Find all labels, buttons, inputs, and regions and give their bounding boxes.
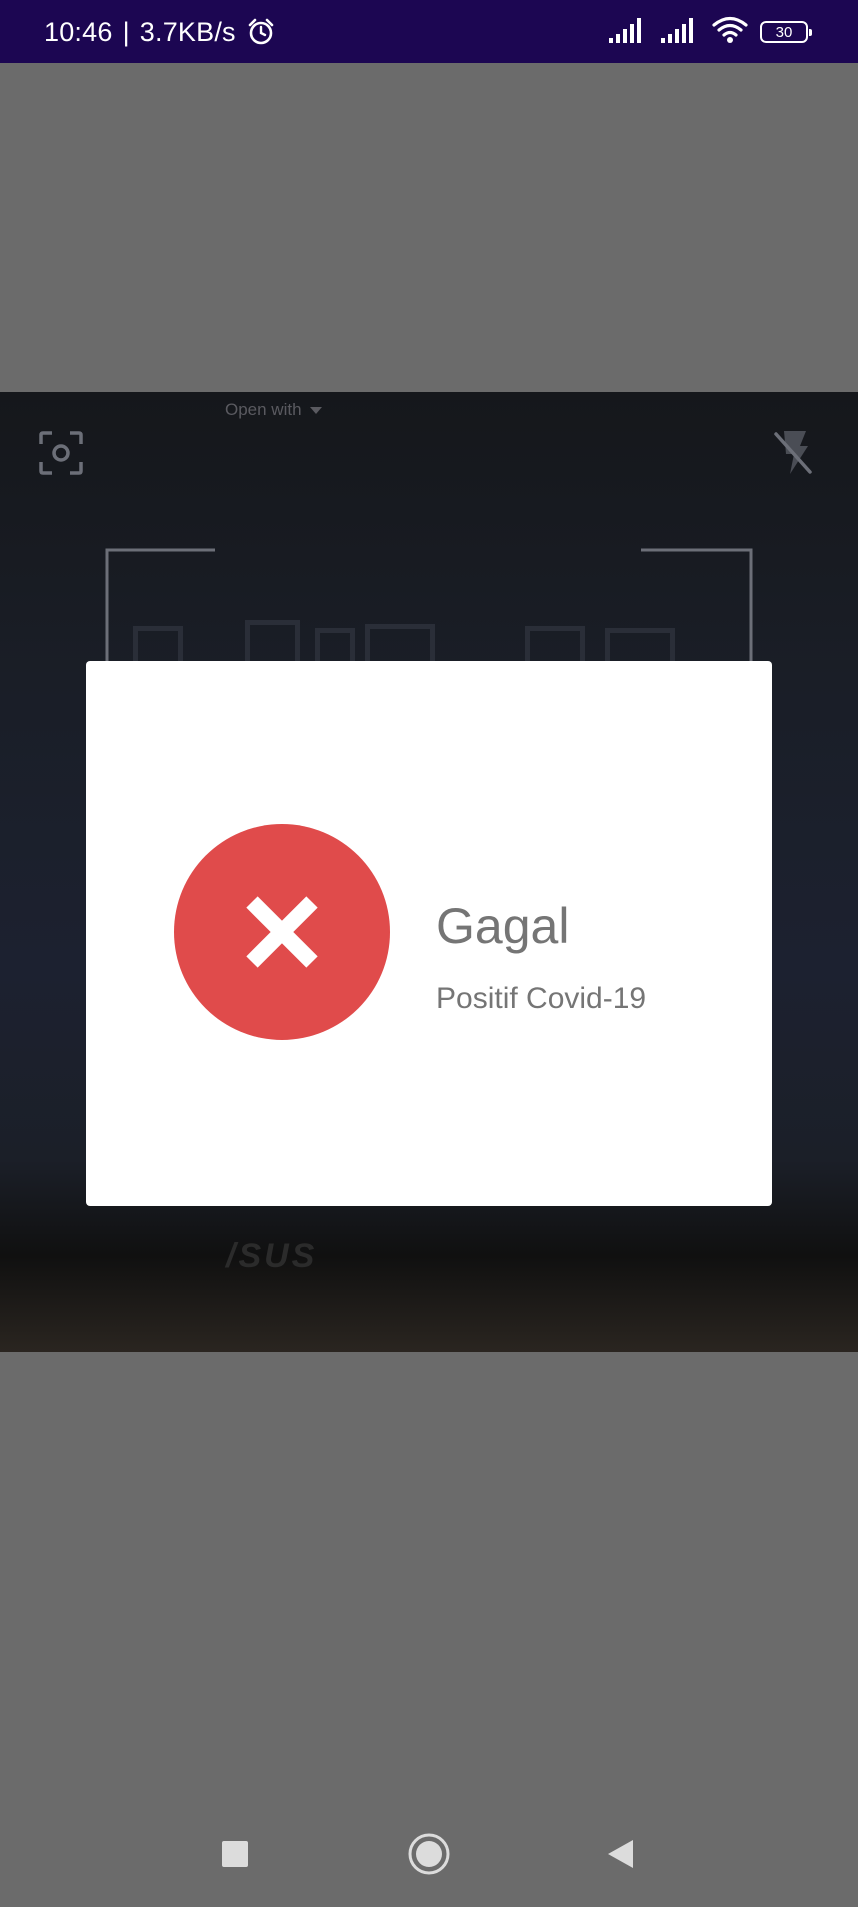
laptop-brand-logo: /SUS [226, 1237, 318, 1275]
open-with-label: Open with [225, 400, 302, 419]
status-right: 30 [608, 14, 812, 50]
battery-level: 30 [775, 23, 793, 41]
wifi-icon [712, 16, 748, 49]
chevron-down-icon [309, 400, 322, 420]
error-badge [174, 824, 390, 1040]
square-icon [222, 1841, 248, 1867]
screen: 10:46 | 3.7KB/s 30 Open with /SUS Gagal … [0, 0, 858, 1907]
navigation-bar [0, 1800, 858, 1907]
flash-off-icon[interactable] [770, 428, 816, 478]
result-dialog: Gagal Positif Covid-19 [86, 661, 772, 1206]
screenshot-scan-icon[interactable] [38, 430, 84, 476]
close-icon [246, 896, 318, 968]
dialog-title: Gagal [436, 898, 570, 954]
circle-icon [408, 1833, 450, 1875]
signal-icon [608, 16, 648, 49]
status-bar: 10:46 | 3.7KB/s 30 [0, 0, 858, 63]
back-button[interactable] [590, 1824, 650, 1884]
dialog-message: Positif Covid-19 [436, 982, 647, 1015]
home-button[interactable] [399, 1824, 459, 1884]
back-triangle-icon [608, 1840, 633, 1868]
signal-icon [660, 16, 700, 49]
alarm-icon [246, 17, 276, 47]
status-left: 10:46 | 3.7KB/s [44, 14, 276, 50]
status-separator: | [122, 16, 130, 47]
battery-icon: 30 [760, 21, 812, 43]
recents-button[interactable] [205, 1824, 265, 1884]
status-network-speed: 3.7KB/s [139, 16, 236, 47]
status-time: 10:46 [44, 16, 113, 47]
open-with-menu[interactable]: Open with [225, 400, 322, 420]
